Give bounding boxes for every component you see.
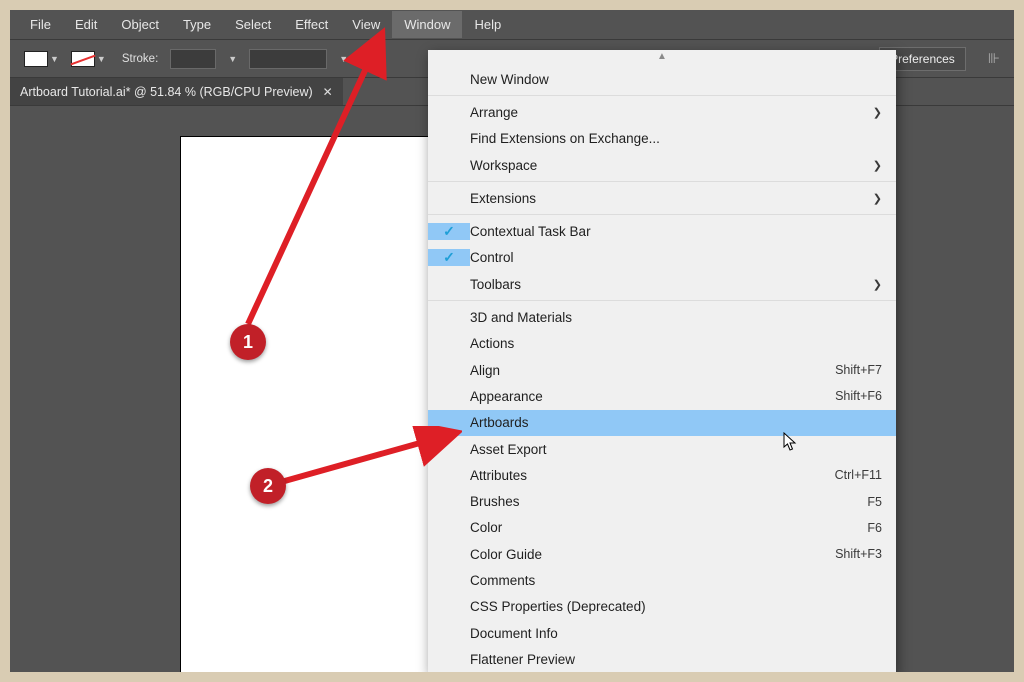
menu-effect[interactable]: Effect	[283, 11, 340, 38]
menu-shortcut: F5	[867, 495, 882, 509]
fill-swatch[interactable]: ▼	[24, 51, 59, 67]
menu-item-label: Control	[470, 250, 882, 265]
fill-color-icon	[24, 51, 48, 67]
chevron-down-icon: ▼	[97, 54, 106, 64]
menu-window[interactable]: Window	[392, 11, 462, 38]
stroke-none-icon	[71, 51, 95, 67]
menu-item-label: Asset Export	[470, 442, 882, 457]
menu-item-label: Color	[470, 520, 867, 535]
menu-separator	[428, 181, 896, 182]
scroll-up-icon[interactable]: ▲	[428, 50, 896, 66]
stroke-swatch[interactable]: ▼	[71, 51, 106, 67]
menu-separator	[428, 95, 896, 96]
menu-item-label: Appearance	[470, 389, 835, 404]
menu-item-document-info[interactable]: Document Info	[428, 620, 896, 646]
chevron-down-icon: ▼	[228, 54, 237, 64]
chevron-right-icon: ❯	[873, 192, 882, 205]
chevron-right-icon: ❯	[873, 106, 882, 119]
menu-item-flattener-preview[interactable]: Flattener Preview	[428, 646, 896, 672]
menu-shortcut: Shift+F7	[835, 363, 882, 377]
menu-item-comments[interactable]: Comments	[428, 567, 896, 593]
menu-item-asset-export[interactable]: Asset Export	[428, 436, 896, 462]
chevron-down-icon: ▼	[50, 54, 59, 64]
menu-item-label: Arrange	[470, 105, 865, 120]
menu-shortcut: Shift+F6	[835, 389, 882, 403]
document-tab[interactable]: Artboard Tutorial.ai* @ 51.84 % (RGB/CPU…	[10, 78, 343, 105]
app-window: FileEditObjectTypeSelectEffectViewWindow…	[10, 10, 1014, 672]
menu-item-appearance[interactable]: AppearanceShift+F6	[428, 383, 896, 409]
menu-item-artboards[interactable]: Artboards	[428, 410, 896, 436]
stroke-label: Stroke:	[122, 53, 158, 65]
menu-item-contextual-task-bar[interactable]: ✓Contextual Task Bar	[428, 218, 896, 244]
menu-item-label: CSS Properties (Deprecated)	[470, 599, 882, 614]
menu-shortcut: F6	[867, 521, 882, 535]
menu-separator	[428, 300, 896, 301]
chevron-right-icon: ❯	[873, 159, 882, 172]
menu-object[interactable]: Object	[109, 11, 171, 38]
menu-item-control[interactable]: ✓Control	[428, 245, 896, 271]
close-icon[interactable]: ✕	[323, 85, 333, 99]
menu-item-label: Toolbars	[470, 277, 865, 292]
menu-item-label: New Window	[470, 72, 882, 87]
menu-item-label: Contextual Task Bar	[470, 224, 882, 239]
menu-item-label: Flattener Preview	[470, 652, 882, 667]
menu-item-label: Workspace	[470, 158, 865, 173]
menu-item-color-guide[interactable]: Color GuideShift+F3	[428, 541, 896, 567]
menu-item-label: Find Extensions on Exchange...	[470, 131, 882, 146]
menu-item-color[interactable]: ColorF6	[428, 515, 896, 541]
menu-edit[interactable]: Edit	[63, 11, 109, 38]
menu-type[interactable]: Type	[171, 11, 223, 38]
document-tab-title: Artboard Tutorial.ai* @ 51.84 % (RGB/CPU…	[20, 85, 313, 99]
menu-item-new-window[interactable]: New Window	[428, 66, 896, 92]
menu-item-label: Actions	[470, 336, 882, 351]
menu-view[interactable]: View	[340, 11, 392, 38]
menu-item-workspace[interactable]: Workspace ❯	[428, 152, 896, 178]
menu-item-find-extensions-on-exchange[interactable]: Find Extensions on Exchange...	[428, 126, 896, 152]
menubar: FileEditObjectTypeSelectEffectViewWindow…	[10, 10, 1014, 40]
menu-item-arrange[interactable]: Arrange ❯	[428, 99, 896, 125]
menu-separator	[428, 214, 896, 215]
menu-item-label: Brushes	[470, 494, 867, 509]
menu-item-align[interactable]: AlignShift+F7	[428, 357, 896, 383]
menu-file[interactable]: File	[18, 11, 63, 38]
menu-help[interactable]: Help	[462, 11, 513, 38]
panel-toggle-icon[interactable]: ⊪	[988, 50, 1000, 67]
menu-item-label: Document Info	[470, 626, 882, 641]
menu-item-3d-and-materials[interactable]: 3D and Materials	[428, 304, 896, 330]
stroke-style-field[interactable]	[249, 49, 327, 69]
stroke-width-field[interactable]	[170, 49, 216, 69]
menu-item-label: 3D and Materials	[470, 310, 882, 325]
menu-item-label: Comments	[470, 573, 882, 588]
menu-shortcut: Ctrl+F11	[835, 468, 882, 482]
menu-item-toolbars[interactable]: Toolbars ❯	[428, 271, 896, 297]
check-icon: ✓	[428, 249, 470, 266]
menu-item-extensions[interactable]: Extensions ❯	[428, 185, 896, 211]
menu-shortcut: Shift+F3	[835, 547, 882, 561]
menu-item-label: Attributes	[470, 468, 835, 483]
menu-item-css-properties-deprecated[interactable]: CSS Properties (Deprecated)	[428, 594, 896, 620]
chevron-right-icon: ❯	[873, 278, 882, 291]
window-menu-dropdown: ▲ New Window Arrange ❯ Find Extensions on E…	[428, 50, 896, 672]
menu-item-brushes[interactable]: BrushesF5	[428, 488, 896, 514]
check-icon: ✓	[428, 223, 470, 240]
menu-item-label: Extensions	[470, 191, 865, 206]
menu-item-label: Color Guide	[470, 547, 835, 562]
chevron-down-icon: ▼	[339, 54, 348, 64]
menu-item-label: Artboards	[470, 415, 882, 430]
menu-select[interactable]: Select	[223, 11, 283, 38]
menu-item-actions[interactable]: Actions	[428, 331, 896, 357]
menu-item-label: Align	[470, 363, 835, 378]
menu-item-attributes[interactable]: AttributesCtrl+F11	[428, 462, 896, 488]
